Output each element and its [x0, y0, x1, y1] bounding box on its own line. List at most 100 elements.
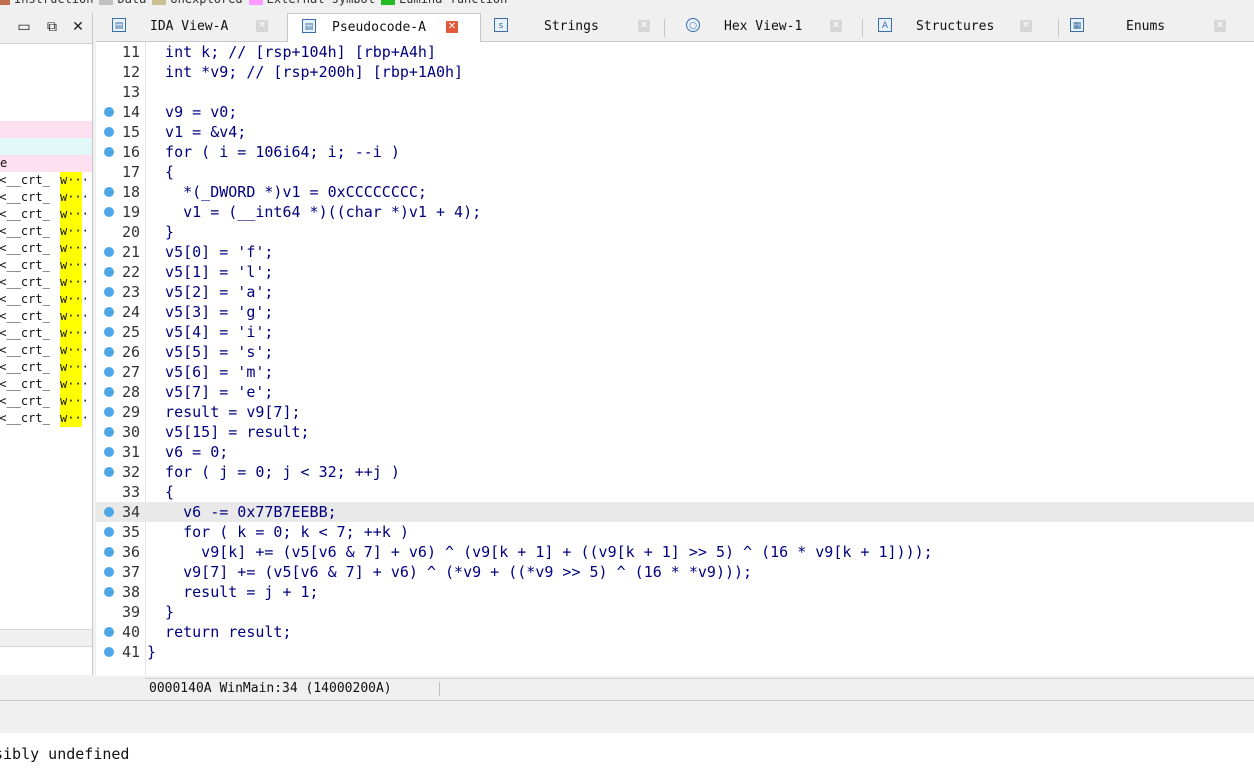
code-text: v1 = &v4; [147, 123, 247, 141]
code-line[interactable]: 16 for ( i = 106i64; i; --i ) [96, 142, 1254, 162]
function-row[interactable]: r<__crt_ w··· [0, 257, 92, 274]
maximize-icon[interactable]: ▭ [16, 19, 32, 35]
close-tab-icon[interactable]: ✕ [256, 20, 268, 32]
breakpoint-dot-icon[interactable] [104, 187, 114, 197]
code-line[interactable]: 19 v1 = (__int64 *)((char *)v1 + 4); [96, 202, 1254, 222]
code-line[interactable]: 26 v5[5] = 's'; [96, 342, 1254, 362]
breakpoint-dot-icon[interactable] [104, 307, 114, 317]
breakpoint-dot-icon[interactable] [104, 387, 114, 397]
function-row[interactable]: r<__crt_ w··· [0, 410, 92, 427]
breakpoint-dot-icon[interactable] [104, 427, 114, 437]
function-row[interactable]: r<__crt_ w··· [0, 325, 92, 342]
breakpoint-dot-icon[interactable] [104, 407, 114, 417]
functions-hscrollbar[interactable] [0, 629, 92, 647]
code-line[interactable]: 41} [96, 642, 1254, 662]
tab-pseudocode-a[interactable]: ▤ Pseudocode-A ✕ [287, 13, 481, 42]
tab-strings[interactable]: s Strings ✕ [482, 13, 658, 41]
code-line[interactable]: 12 int *v9; // [rsp+200h] [rbp+1A0h] [96, 62, 1254, 82]
breakpoint-dot-icon[interactable] [104, 147, 114, 157]
function-row[interactable]: r<__crt_ w··· [0, 274, 92, 291]
function-row[interactable]: r<__crt_ w··· [0, 172, 92, 189]
breakpoint-dot-icon[interactable] [104, 547, 114, 557]
breakpoint-dot-icon[interactable] [104, 567, 114, 577]
function-row[interactable]: r<__crt_ w··· [0, 189, 92, 206]
breakpoint-dot-icon[interactable] [104, 367, 114, 377]
function-row[interactable] [0, 138, 92, 155]
close-icon[interactable]: ✕ [70, 19, 86, 35]
code-line[interactable]: 35 for ( k = 0; k < 7; ++k ) [96, 522, 1254, 542]
code-line[interactable]: 33 { [96, 482, 1254, 502]
code-line[interactable]: 24 v5[3] = 'g'; [96, 302, 1254, 322]
close-tab-icon[interactable]: ✕ [446, 21, 458, 33]
code-line[interactable]: 32 for ( j = 0; j < 32; ++j ) [96, 462, 1254, 482]
function-row[interactable]: r<__crt_ w··· [0, 223, 92, 240]
code-line[interactable]: 39 } [96, 602, 1254, 622]
panel-splitter[interactable] [0, 700, 1254, 734]
tab-structures[interactable]: A Structures ✕ [866, 13, 1042, 41]
function-name: r<__crt_ [0, 292, 50, 306]
current-code-line[interactable]: 34 v6 -= 0x77B7EEBB; [96, 502, 1254, 522]
close-tab-icon[interactable]: ✕ [1020, 20, 1032, 32]
code-text: int *v9; // [rsp+200h] [rbp+1A0h] [147, 63, 464, 81]
function-row[interactable]: e [0, 155, 92, 172]
close-tab-icon[interactable]: ✕ [1214, 20, 1226, 32]
code-line[interactable]: 27 v5[6] = 'm'; [96, 362, 1254, 382]
code-line[interactable]: 36 v9[k] += (v5[v6 & 7] + v6) ^ (v9[k + … [96, 542, 1254, 562]
code-line[interactable]: 29 result = v9[7]; [96, 402, 1254, 422]
code-line[interactable]: 14 v9 = v0; [96, 102, 1254, 122]
function-row[interactable]: r<__crt_ w··· [0, 359, 92, 376]
breakpoint-dot-icon[interactable] [104, 287, 114, 297]
tab-enums[interactable]: ▦ Enums ✕ [1062, 13, 1254, 41]
code-line[interactable]: 17 { [96, 162, 1254, 182]
code-line[interactable]: 28 v5[7] = 'e'; [96, 382, 1254, 402]
code-line[interactable]: 25 v5[4] = 'i'; [96, 322, 1254, 342]
code-line[interactable]: 18 *(_DWORD *)v1 = 0xCCCCCCCC; [96, 182, 1254, 202]
pseudocode-view[interactable]: 11 int k; // [rsp+104h] [rbp+A4h] 12 int … [96, 42, 1254, 676]
close-tab-icon[interactable]: ✕ [638, 20, 650, 32]
breakpoint-dot-icon[interactable] [104, 467, 114, 477]
code-line[interactable]: 21 v5[0] = 'f'; [96, 242, 1254, 262]
code-line[interactable]: 20 } [96, 222, 1254, 242]
code-line[interactable]: 11 int k; // [rsp+104h] [rbp+A4h] [96, 42, 1254, 62]
breakpoint-dot-icon[interactable] [104, 127, 114, 137]
status-separator [439, 682, 440, 696]
line-number: 39 [121, 603, 140, 621]
breakpoint-dot-icon[interactable] [104, 507, 114, 517]
code-line[interactable]: 13 [96, 82, 1254, 102]
code-line[interactable]: 23 v5[2] = 'a'; [96, 282, 1254, 302]
function-row[interactable]: r<__crt_ w··· [0, 240, 92, 257]
code-line[interactable]: 37 v9[7] += (v5[v6 & 7] + v6) ^ (*v9 + (… [96, 562, 1254, 582]
tab-hex-view-1[interactable]: ○ Hex View-1 ✕ [668, 13, 846, 41]
function-row[interactable]: r<__crt_ w··· [0, 308, 92, 325]
breakpoint-dot-icon[interactable] [104, 587, 114, 597]
function-row[interactable]: r<__crt_ w··· [0, 393, 92, 410]
code-line[interactable]: 22 v5[1] = 'l'; [96, 262, 1254, 282]
output-line: sibly undefined [0, 745, 130, 763]
close-tab-icon[interactable]: ✕ [830, 20, 842, 32]
line-number: 25 [121, 323, 140, 341]
breakpoint-dot-icon[interactable] [104, 647, 114, 657]
code-line[interactable]: 38 result = j + 1; [96, 582, 1254, 602]
breakpoint-dot-icon[interactable] [104, 107, 114, 117]
breakpoint-dot-icon[interactable] [104, 327, 114, 337]
code-line[interactable]: 15 v1 = &v4; [96, 122, 1254, 142]
function-row[interactable]: r<__crt_ w··· [0, 291, 92, 308]
breakpoint-dot-icon[interactable] [104, 207, 114, 217]
restore-icon[interactable]: ⧉ [44, 19, 60, 35]
function-row[interactable]: r<__crt_ w··· [0, 342, 92, 359]
code-line[interactable]: 30 v5[15] = result; [96, 422, 1254, 442]
code-line[interactable]: 40 return result; [96, 622, 1254, 642]
breakpoint-dot-icon[interactable] [104, 267, 114, 277]
function-row[interactable]: r<__crt_ w··· [0, 376, 92, 393]
breakpoint-dot-icon[interactable] [104, 527, 114, 537]
breakpoint-dot-icon[interactable] [104, 347, 114, 357]
tab-ida-view-a[interactable]: ▤ IDA View-A ✕ [96, 13, 286, 41]
breakpoint-dot-icon[interactable] [104, 447, 114, 457]
code-line[interactable]: 31 v6 = 0; [96, 442, 1254, 462]
function-name: r<__crt_ [0, 173, 50, 187]
function-row[interactable]: r<__crt_ w··· [0, 206, 92, 223]
breakpoint-dot-icon[interactable] [104, 627, 114, 637]
legend-item: Unexplored [152, 0, 243, 5]
function-row[interactable] [0, 121, 92, 138]
breakpoint-dot-icon[interactable] [104, 247, 114, 257]
